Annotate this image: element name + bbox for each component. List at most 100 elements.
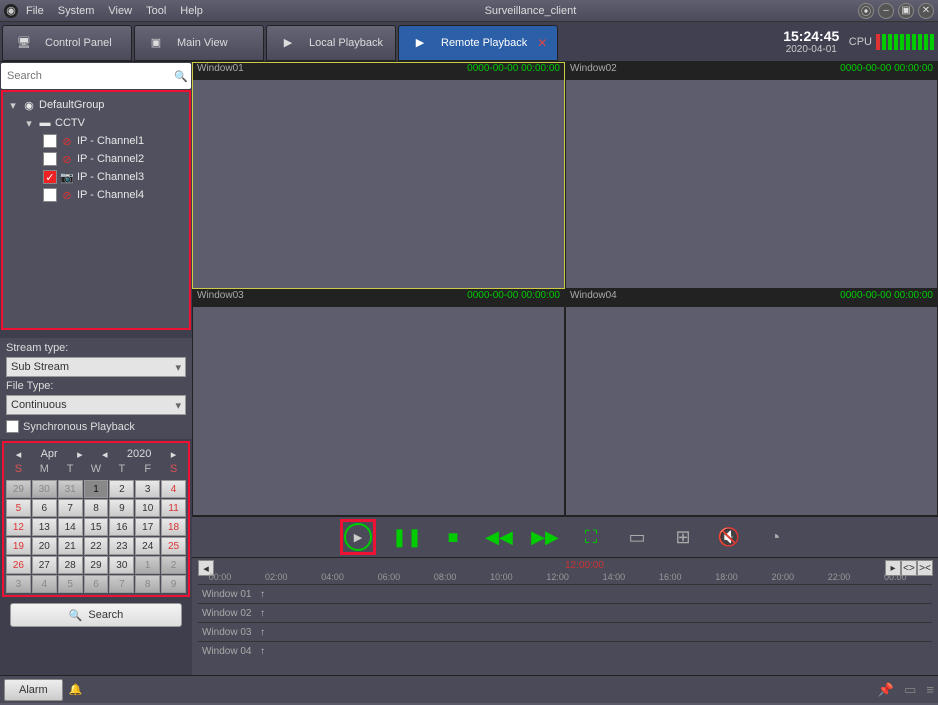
calendar-day[interactable]: 17 [135,518,160,536]
calendar-day[interactable]: 1 [84,480,109,498]
single-view-button[interactable]: ▭ [622,522,652,552]
calendar-day[interactable]: 6 [84,575,109,593]
calendar-day[interactable]: 1 [135,556,160,574]
calendar-day[interactable]: 18 [161,518,186,536]
calendar-day[interactable]: 30 [109,556,134,574]
snapshot-button[interactable]: ◔ [760,522,790,552]
calendar-day[interactable]: 4 [161,480,186,498]
calendar-day[interactable]: 23 [109,537,134,555]
timeline-track[interactable]: Window 03↑ [198,622,932,641]
video-window[interactable]: Window040000-00-00 00:00:00 [565,289,938,516]
alarm-icon[interactable]: 🔔 [69,683,83,696]
tree-channel[interactable]: 📷 IP - Channel3 [5,168,187,186]
chevron-down-icon[interactable]: ▾ [23,117,35,130]
scroll-right-button[interactable]: ▸ [885,560,901,576]
pin-icon[interactable]: 📌 [878,682,894,698]
calendar-day[interactable]: 24 [135,537,160,555]
tab-control-panel[interactable]: 🖥 Control Panel [2,25,132,61]
tab-local-playback[interactable]: ▶ Local Playback [266,25,396,61]
zoom-in-button[interactable]: >< [917,560,933,576]
mute-button[interactable]: 🔇 [714,522,744,552]
calendar-day[interactable]: 25 [161,537,186,555]
menu-file[interactable]: File [26,5,44,17]
calendar-day[interactable]: 4 [32,575,57,593]
calendar-day[interactable]: 19 [6,537,31,555]
close-button[interactable]: ✕ [918,3,934,19]
tree-device[interactable]: ▾ ▬ CCTV [5,114,187,132]
calendar-day[interactable]: 3 [6,575,31,593]
search-input[interactable] [1,70,171,82]
month-next[interactable]: ▸ [77,448,83,461]
sync-playback-checkbox[interactable]: Synchronous Playback [6,418,186,435]
tree-channel[interactable]: ⊘ IP - Channel4 [5,186,187,204]
timeline-track[interactable]: Window 02↑ [198,603,932,622]
chevron-down-icon[interactable]: ▾ [7,99,19,112]
calendar-day[interactable]: 15 [84,518,109,536]
calendar-day[interactable]: 8 [84,499,109,517]
calendar-day[interactable]: 20 [32,537,57,555]
calendar-day[interactable]: 7 [109,575,134,593]
calendar-day[interactable]: 5 [6,499,31,517]
minimize-button[interactable]: – [878,3,894,19]
year-prev[interactable]: ◂ [102,448,108,461]
timeline-track[interactable]: Window 01↑ [198,584,932,603]
menu-help[interactable]: Help [180,5,203,17]
calendar-day[interactable]: 27 [32,556,57,574]
play-button[interactable]: ▶ [340,519,376,555]
time-ruler[interactable]: ◂ 12:00:00 00:0002:0004:0006:0008:0010:0… [198,560,932,584]
channel-checkbox[interactable] [43,170,57,184]
fullscreen-button[interactable]: ⛶ [576,522,606,552]
video-window[interactable]: Window020000-00-00 00:00:00 [565,62,938,289]
lock-button[interactable]: ⦿ [858,3,874,19]
calendar-day[interactable]: 9 [109,499,134,517]
calendar-day[interactable]: 29 [84,556,109,574]
month-prev[interactable]: ◂ [16,448,22,461]
zoom-out-button[interactable]: <> [901,560,917,576]
collapse-icon[interactable]: ▭ [904,682,916,698]
calendar-day[interactable]: 16 [109,518,134,536]
search-icon[interactable]: 🔍 [171,70,191,83]
calendar-day[interactable]: 10 [135,499,160,517]
stream-type-select[interactable]: Sub Stream ▾ [6,357,186,377]
file-type-select[interactable]: Continuous ▾ [6,395,186,415]
forward-button[interactable]: ▶▶ [530,522,560,552]
grid-view-button[interactable]: ⊞ [668,522,698,552]
rewind-button[interactable]: ◀◀ [484,522,514,552]
tree-channel[interactable]: ⊘ IP - Channel2 [5,150,187,168]
calendar-day[interactable]: 9 [161,575,186,593]
calendar-day[interactable]: 8 [135,575,160,593]
search-button[interactable]: 🔍 Search [10,603,182,627]
tree-channel[interactable]: ⊘ IP - Channel1 [5,132,187,150]
calendar-day[interactable]: 3 [135,480,160,498]
calendar-day[interactable]: 7 [58,499,83,517]
video-window[interactable]: Window030000-00-00 00:00:00 [192,289,565,516]
pause-button[interactable]: ❚❚ [392,522,422,552]
calendar-day[interactable]: 5 [58,575,83,593]
maximize-button[interactable]: ▣ [898,3,914,19]
tab-main-view[interactable]: ▣ Main View [134,25,264,61]
calendar-day[interactable]: 22 [84,537,109,555]
calendar-day[interactable]: 11 [161,499,186,517]
menu-tool[interactable]: Tool [146,5,166,17]
expand-icon[interactable]: ≡ [926,682,934,698]
calendar-day[interactable]: 28 [58,556,83,574]
channel-checkbox[interactable] [43,134,57,148]
tab-close-icon[interactable]: ✕ [537,36,547,50]
calendar-day[interactable]: 6 [32,499,57,517]
menu-view[interactable]: View [108,5,132,17]
video-window[interactable]: Window010000-00-00 00:00:00 [192,62,565,289]
calendar-day[interactable]: 26 [6,556,31,574]
tree-group[interactable]: ▾ ◉ DefaultGroup [5,96,187,114]
calendar-day[interactable]: 14 [58,518,83,536]
calendar-day[interactable]: 29 [6,480,31,498]
calendar-day[interactable]: 31 [58,480,83,498]
stop-button[interactable]: ■ [438,522,468,552]
channel-checkbox[interactable] [43,188,57,202]
calendar-day[interactable]: 21 [58,537,83,555]
calendar-day[interactable]: 2 [109,480,134,498]
calendar-day[interactable]: 2 [161,556,186,574]
year-next[interactable]: ▸ [171,448,177,461]
tab-remote-playback[interactable]: ▶ Remote Playback ✕ [398,25,558,61]
channel-checkbox[interactable] [43,152,57,166]
alarm-button[interactable]: Alarm [4,679,63,701]
